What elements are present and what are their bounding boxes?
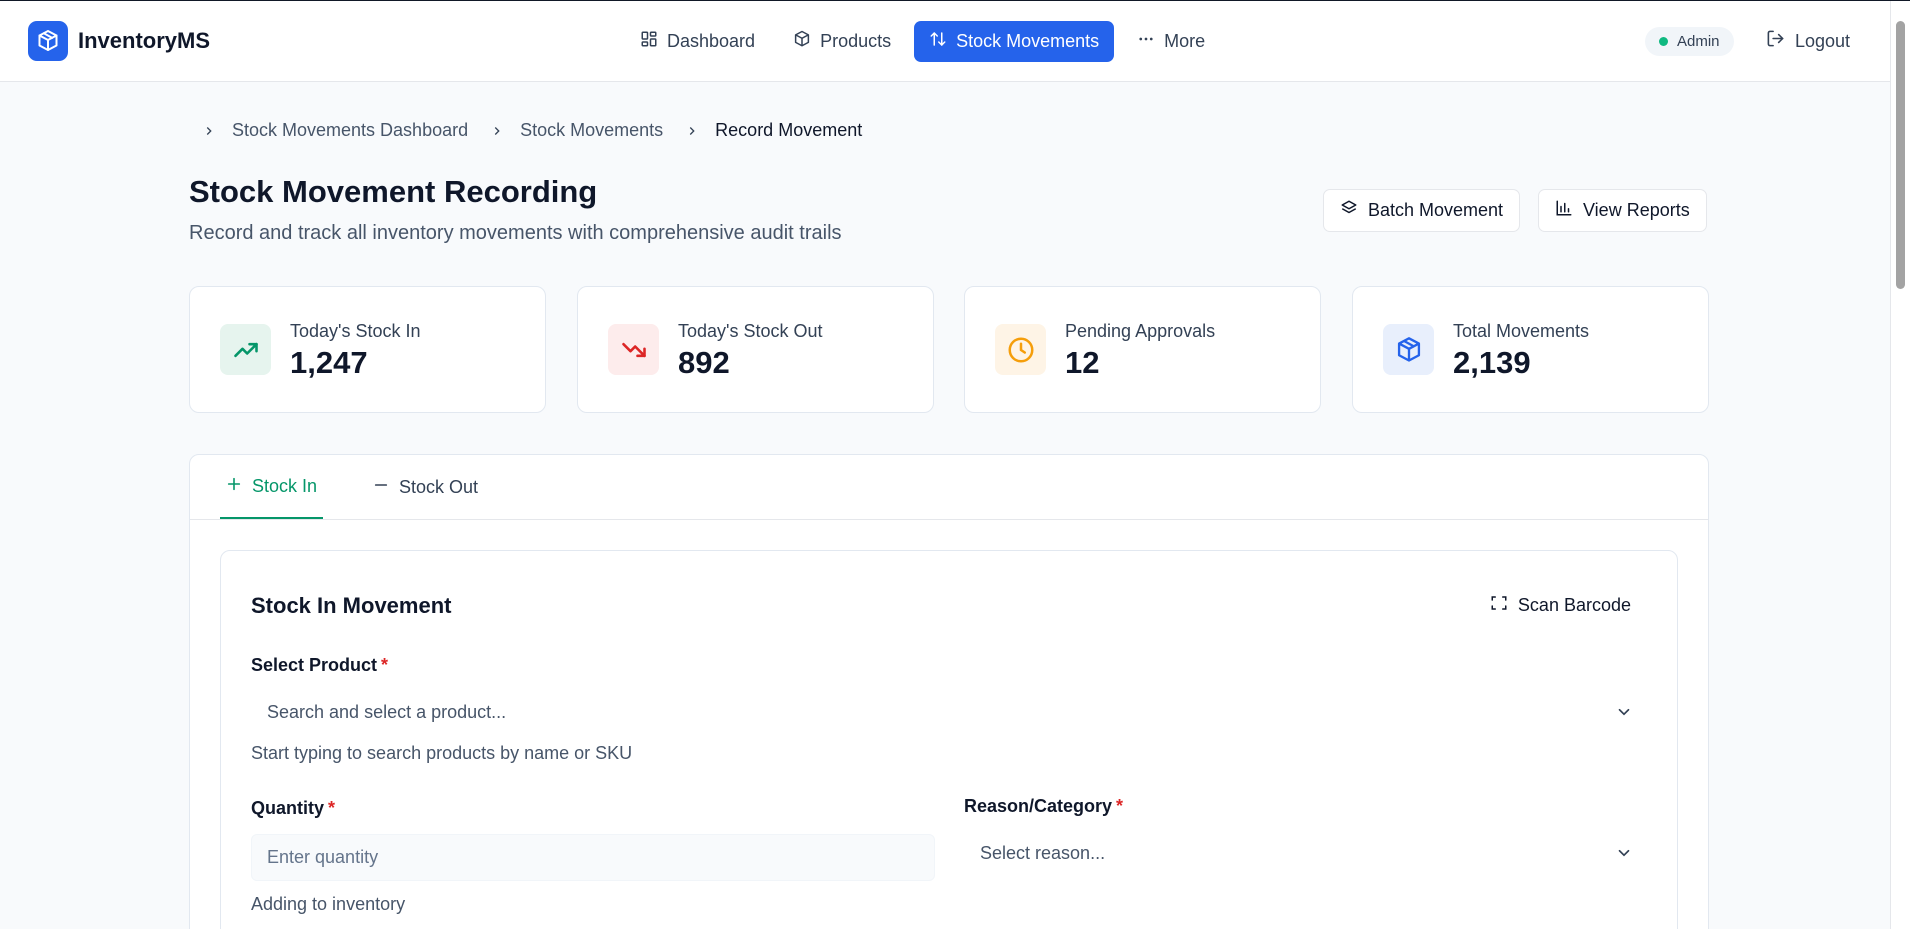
scan-icon [1490,594,1508,617]
stat-label: Pending Approvals [1065,321,1216,341]
stat-card-stock-in: Today's Stock In 1,247 [189,286,546,413]
view-reports-button[interactable]: View Reports [1538,189,1707,232]
trending-down-icon [608,324,659,375]
logout-label: Logout [1795,30,1851,51]
product-label: Select Product * [251,655,388,676]
role-badge: Admin [1645,27,1734,56]
scan-barcode-button[interactable]: Scan Barcode [1490,594,1631,617]
nav-item-dashboard[interactable]: Dashboard [625,21,770,62]
stat-card-pending-approvals: Pending Approvals 12 [964,286,1321,413]
stat-value: 2,139 [1453,345,1531,380]
breadcrumb-item[interactable]: Stock Movements Dashboard [232,120,468,141]
reason-select[interactable]: Select reason... [964,831,1649,876]
form-title: Stock In Movement [251,593,452,618]
package-icon [1383,324,1434,375]
quantity-input[interactable] [251,834,935,881]
product-select-placeholder: Search and select a product... [267,702,507,722]
movement-panel: Stock In Stock Out Stock In Movement Sca… [189,454,1709,929]
layers-icon [1340,199,1358,222]
stat-value: 892 [678,345,730,380]
reason-select-placeholder: Select reason... [980,843,1106,863]
app-name: InventoryMS [78,28,211,53]
tab-label: Stock Out [399,476,479,497]
main-nav: Dashboard Products Stock Movements More [625,21,1220,62]
quantity-label: Quantity * [251,798,335,819]
batch-movement-label: Batch Movement [1368,200,1504,220]
chevron-down-icon [1615,703,1633,726]
nav-item-stock-movements[interactable]: Stock Movements [914,21,1115,62]
product-helper-text: Start typing to search products by name … [251,743,633,763]
nav-label: Products [820,31,892,51]
package-icon [793,30,811,53]
page-title: Stock Movement Recording [189,174,598,209]
required-mark: * [328,798,336,818]
tab-label: Stock In [252,475,318,496]
top-header: InventoryMS Dashboard Products Stock Mov… [0,1,1890,82]
arrows-up-down-icon [929,30,947,53]
breadcrumb-item[interactable]: Stock Movements [520,120,663,141]
product-label-text: Select Product [251,655,378,675]
minus-icon [373,477,389,498]
scan-barcode-label: Scan Barcode [1517,595,1631,615]
product-select[interactable]: Search and select a product... [251,690,1649,735]
online-status-dot [1659,37,1668,46]
stat-card-total-movements: Total Movements 2,139 [1352,286,1709,413]
view-reports-label: View Reports [1583,200,1690,220]
tab-stock-out[interactable]: Stock Out [367,455,484,519]
brand[interactable]: InventoryMS [28,21,210,61]
required-mark: * [1116,796,1124,816]
nav-item-products[interactable]: Products [778,21,906,62]
logout-icon [1766,29,1785,53]
package-icon [28,21,68,61]
stat-label: Today's Stock Out [678,321,823,341]
batch-movement-button[interactable]: Batch Movement [1323,189,1521,232]
movement-tabs: Stock In Stock Out [190,455,1708,520]
page-subtitle: Record and track all inventory movements… [189,222,842,244]
quantity-helper-text: Adding to inventory [251,894,406,914]
stat-label: Total Movements [1453,321,1590,341]
reason-label-text: Reason/Category [964,796,1113,816]
role-label: Admin [1677,33,1720,50]
nav-item-more[interactable]: More [1122,21,1220,62]
page-scrollbar[interactable] [1890,1,1910,929]
quantity-label-text: Quantity [251,798,325,818]
chevron-down-icon [1615,844,1633,867]
chevron-right-icon [685,124,699,138]
chevron-right-icon [202,124,216,138]
logout-button[interactable]: Logout [1766,29,1850,53]
scrollbar-thumb[interactable] [1896,21,1905,289]
nav-label: Dashboard [667,31,756,51]
reason-label: Reason/Category * [964,796,1123,817]
plus-icon [226,476,242,497]
more-dots-icon [1137,30,1155,53]
breadcrumb-current: Record Movement [715,120,863,140]
required-mark: * [381,655,389,675]
stat-card-stock-out: Today's Stock Out 892 [577,286,934,413]
stock-in-form: Stock In Movement Scan Barcode Select Pr… [220,550,1678,929]
breadcrumb: Stock Movements Dashboard Stock Movement… [202,120,884,141]
chevron-right-icon [490,124,504,138]
bar-chart-icon [1555,199,1573,222]
stat-value: 1,247 [290,345,368,380]
tab-stock-in[interactable]: Stock In [220,455,324,519]
stat-value: 12 [1065,345,1100,380]
grid-icon [640,30,658,53]
nav-label: Stock Movements [956,31,1100,51]
trending-up-icon [220,324,271,375]
stat-label: Today's Stock In [290,321,421,341]
clock-icon [995,324,1046,375]
nav-label: More [1164,31,1206,51]
